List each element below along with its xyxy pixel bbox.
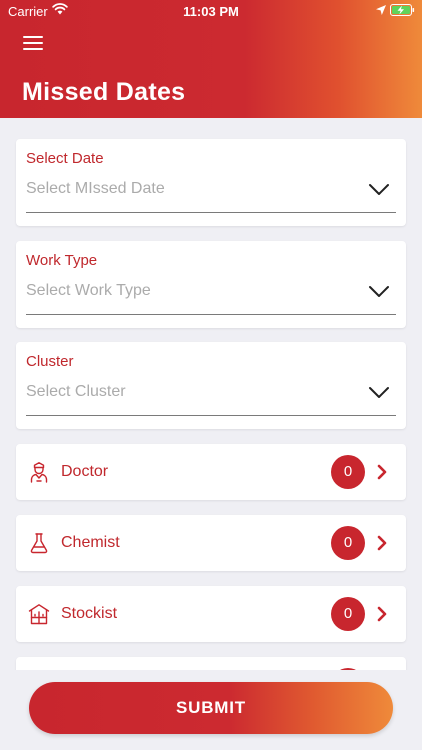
- submit-button[interactable]: SUBMIT: [29, 682, 393, 734]
- stockist-count-badge: 0: [331, 597, 365, 631]
- flask-icon: [30, 533, 48, 554]
- field-underline: [26, 314, 396, 315]
- cluster-label: Cluster: [26, 353, 74, 370]
- work-type-field[interactable]: Work Type Select Work Type: [16, 241, 406, 328]
- field-underline: [26, 415, 396, 416]
- stockist-list-item[interactable]: Stockist 0: [16, 586, 406, 642]
- doctor-list-item[interactable]: Doctor 0: [16, 444, 406, 500]
- chevron-down-icon[interactable]: [368, 183, 390, 197]
- warehouse-icon: [28, 604, 50, 625]
- chemist-count-badge: 0: [331, 526, 365, 560]
- select-date-label: Select Date: [26, 150, 104, 167]
- stockist-label: Stockist: [61, 605, 118, 622]
- cluster-field[interactable]: Cluster Select Cluster: [16, 342, 406, 429]
- doctor-count-badge: 0: [331, 455, 365, 489]
- location-arrow-icon: [376, 5, 386, 15]
- select-date-field[interactable]: Select Date Select MIssed Date: [16, 139, 406, 226]
- doctor-label: Doctor: [61, 463, 109, 480]
- hamburger-menu-icon[interactable]: [23, 36, 43, 50]
- chevron-down-icon[interactable]: [368, 285, 390, 299]
- chemist-label: Chemist: [61, 534, 120, 551]
- app-header: Carrier 11:03 PM Missed Dates: [0, 0, 422, 118]
- work-type-placeholder: Select Work Type: [26, 282, 151, 299]
- work-type-label: Work Type: [26, 252, 98, 269]
- status-time: 11:03 PM: [183, 4, 239, 19]
- page-title: Missed Dates: [22, 78, 186, 106]
- field-underline: [26, 212, 396, 213]
- chemist-list-item[interactable]: Chemist 0: [16, 515, 406, 571]
- cluster-placeholder: Select Cluster: [26, 383, 126, 400]
- chevron-right-icon[interactable]: [376, 606, 388, 622]
- chevron-down-icon[interactable]: [368, 386, 390, 400]
- chevron-right-icon[interactable]: [376, 464, 388, 480]
- battery-charging-icon: [390, 4, 415, 16]
- select-date-placeholder: Select MIssed Date: [26, 180, 165, 197]
- status-bar: Carrier 11:03 PM: [0, 0, 422, 22]
- doctor-icon: [30, 462, 48, 483]
- chevron-right-icon[interactable]: [376, 535, 388, 551]
